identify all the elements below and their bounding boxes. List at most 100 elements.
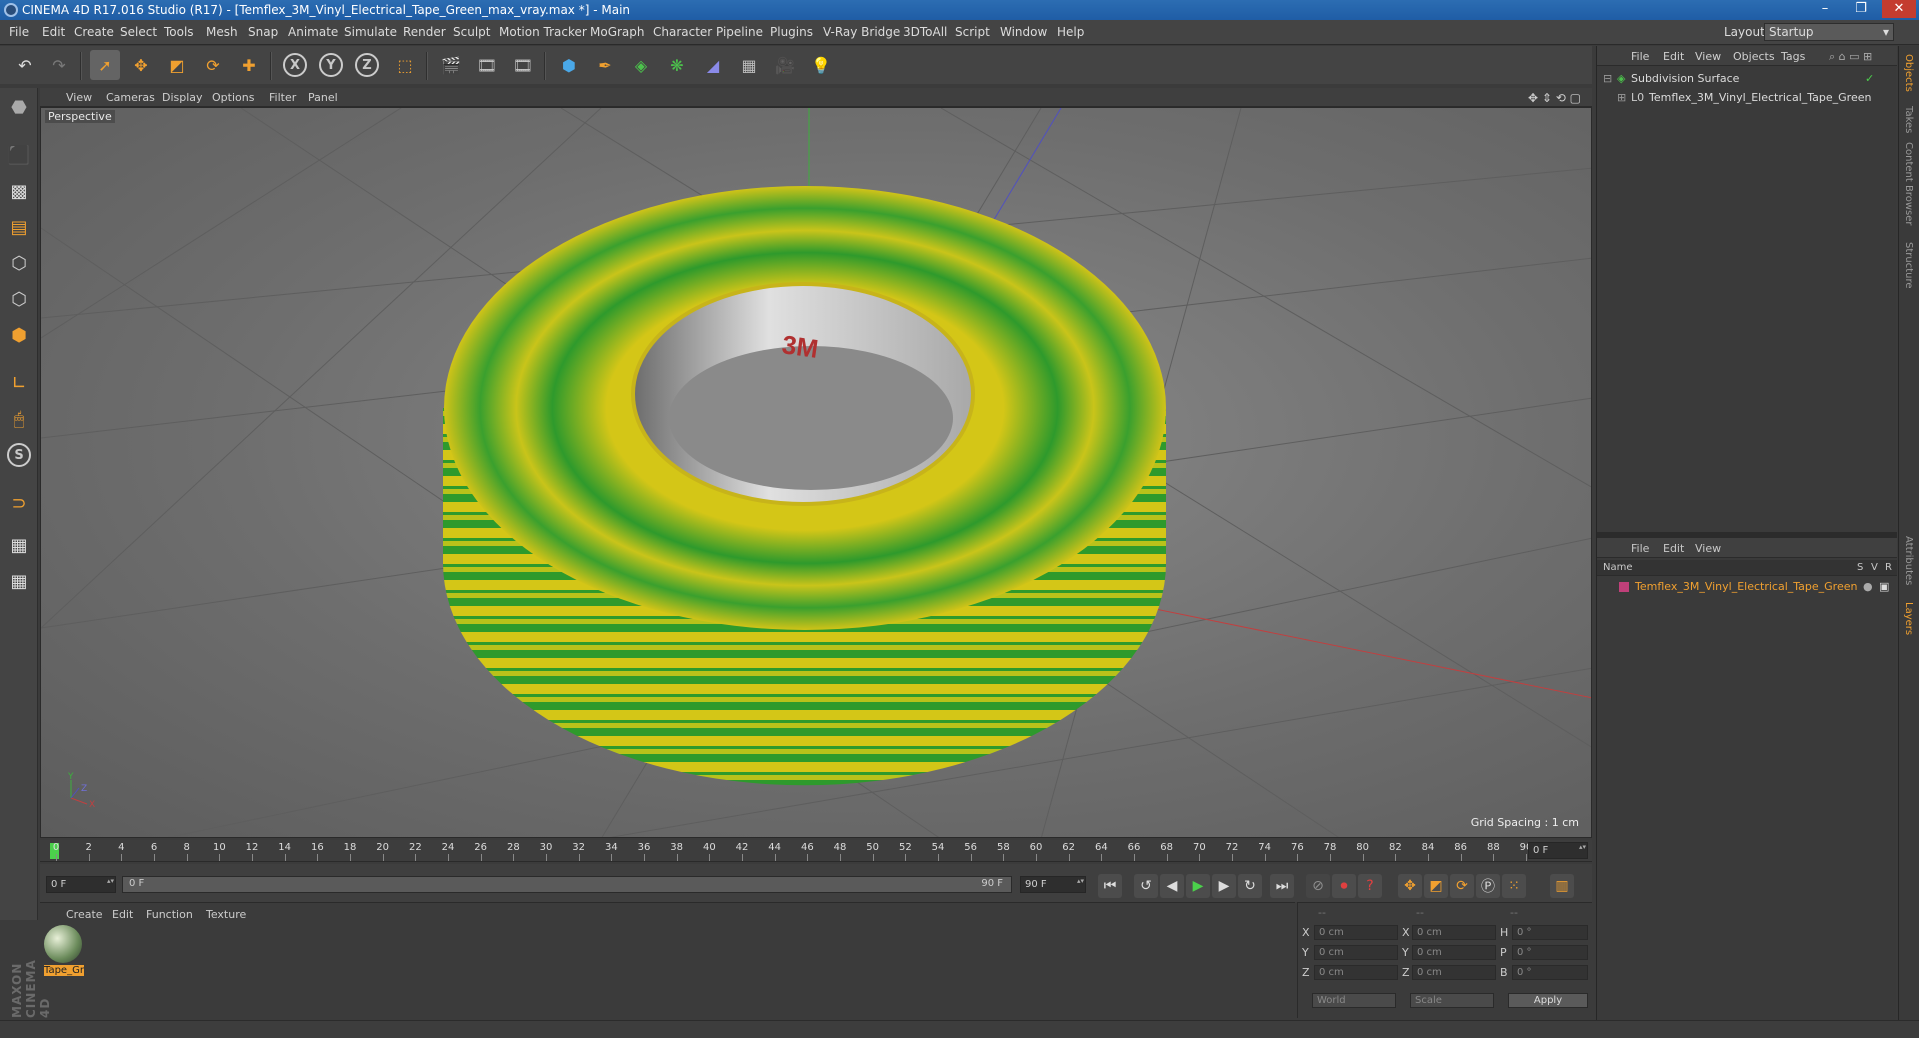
z-axis-lock-button[interactable]: Z xyxy=(352,50,382,80)
recent-tools-button[interactable]: ✚ xyxy=(234,50,264,80)
subdivision-surface-button[interactable]: ◈ xyxy=(626,50,656,80)
obj-menu-file[interactable]: File xyxy=(1631,50,1649,63)
key-scale-button[interactable]: ◩ xyxy=(1424,874,1448,898)
key-position-button[interactable]: ✥ xyxy=(1398,874,1422,898)
key-rotation-button[interactable]: ⟳ xyxy=(1450,874,1474,898)
timeline-window-button[interactable]: ▥ xyxy=(1550,874,1574,898)
menu-simulate[interactable]: Simulate xyxy=(344,25,397,39)
menu-pipeline[interactable]: Pipeline xyxy=(716,25,763,39)
play-button[interactable]: ▶ xyxy=(1186,874,1210,898)
axis-mode-button[interactable]: ∟ xyxy=(4,368,34,398)
keyframe-selection-button[interactable]: ? xyxy=(1358,874,1382,898)
go-to-start-button[interactable]: ⏮ xyxy=(1098,874,1122,898)
minimize-button[interactable]: – xyxy=(1810,0,1840,18)
layer-visibility-icon[interactable]: ▣ xyxy=(1879,578,1889,596)
go-to-end-button[interactable]: ⏭ xyxy=(1270,874,1294,898)
current-frame-field[interactable]: 0 F xyxy=(1528,842,1588,859)
viewport-menu-display[interactable]: Display xyxy=(162,91,203,104)
live-selection-button[interactable]: ➚ xyxy=(90,50,120,80)
workplane-align-button[interactable]: ▦ xyxy=(4,566,34,596)
viewport-menu-filter[interactable]: Filter xyxy=(269,91,296,104)
material-menu-create[interactable]: Create xyxy=(66,908,103,921)
menu-file[interactable]: File xyxy=(9,25,29,39)
spline-pen-button[interactable]: ✒ xyxy=(590,50,620,80)
layout-select[interactable]: Startup xyxy=(1764,23,1894,41)
tab-attributes[interactable]: Attributes xyxy=(1903,536,1914,585)
material-menu-function[interactable]: Function xyxy=(146,908,193,921)
coord-pos-y-field[interactable]: 0 cm xyxy=(1314,945,1398,960)
record-keys-button[interactable]: ⊘ xyxy=(1306,874,1330,898)
next-key-button[interactable]: ↻ xyxy=(1238,874,1262,898)
tape-roll-model[interactable]: 3M xyxy=(443,186,1166,786)
deformer-button[interactable]: ◢ xyxy=(698,50,728,80)
render-settings-button[interactable]: 🎞 xyxy=(508,50,538,80)
light-button[interactable]: 💡 xyxy=(806,50,836,80)
viewport-menu-panel[interactable]: Panel xyxy=(308,91,338,104)
texture-mode-button[interactable]: ▩ xyxy=(4,176,34,206)
menu-3dtoall[interactable]: 3DToAll xyxy=(903,25,947,39)
floor-button[interactable]: ▦ xyxy=(734,50,764,80)
expand-icon[interactable]: ⊞ xyxy=(1617,89,1626,107)
move-button[interactable]: ✥ xyxy=(126,50,156,80)
coord-rot-b-field[interactable]: 0 ° xyxy=(1512,965,1588,980)
x-axis-lock-button[interactable]: X xyxy=(280,50,310,80)
object-row-subdivision[interactable]: ⊟ ◈ Subdivision Surface ✓ xyxy=(1597,70,1897,88)
coord-size-z-field[interactable]: 0 cm xyxy=(1412,965,1496,980)
menu-create[interactable]: Create xyxy=(74,25,114,39)
close-button[interactable]: ✕ xyxy=(1882,0,1916,18)
camera-button[interactable]: 🎥 xyxy=(770,50,800,80)
key-pla-button[interactable]: ⁙ xyxy=(1502,874,1526,898)
undo-button[interactable]: ↶ xyxy=(10,50,40,80)
array-button[interactable]: ❋ xyxy=(662,50,692,80)
layer-menu-file[interactable]: File xyxy=(1631,542,1649,555)
end-frame-field[interactable]: 90 F xyxy=(1020,876,1086,893)
redo-button[interactable]: ↷ xyxy=(44,50,74,80)
obj-search-icon[interactable]: ⌕ ⌂ ▭ ⊞ xyxy=(1829,50,1872,64)
rotate-button[interactable]: ⟳ xyxy=(198,50,228,80)
workplane-mode-button[interactable]: ▤ xyxy=(4,212,34,242)
coordinate-space-select[interactable]: World xyxy=(1312,993,1396,1008)
timeline-ruler[interactable]: 0 2 4 6 8 10 12 14 16 18 20 22 24 26 28 30 32 34 36 38 40 42 4… xyxy=(40,840,1592,862)
menu-plugins[interactable]: Plugins xyxy=(770,25,813,39)
coord-size-y-field[interactable]: 0 cm xyxy=(1412,945,1496,960)
menu-edit[interactable]: Edit xyxy=(42,25,65,39)
tab-takes[interactable]: Takes xyxy=(1903,106,1914,133)
render-picture-viewer-button[interactable]: 🎞 xyxy=(472,50,502,80)
next-frame-button[interactable]: ▶ xyxy=(1212,874,1236,898)
layer-menu-view[interactable]: View xyxy=(1695,542,1721,555)
menu-render[interactable]: Render xyxy=(403,25,446,39)
obj-menu-edit[interactable]: Edit xyxy=(1663,50,1684,63)
obj-menu-tags[interactable]: Tags xyxy=(1781,50,1805,63)
layer-row[interactable]: Temflex_3M_Vinyl_Electrical_Tape_Green ●… xyxy=(1597,578,1897,596)
previous-frame-button[interactable]: ◀ xyxy=(1160,874,1184,898)
tab-layers[interactable]: Layers xyxy=(1903,602,1914,635)
menu-script[interactable]: Script xyxy=(955,25,990,39)
autokey-button[interactable]: ⏺ xyxy=(1332,874,1356,898)
points-mode-button[interactable]: ⬡ xyxy=(4,248,34,278)
menu-window[interactable]: Window xyxy=(1000,25,1047,39)
coord-rot-p-field[interactable]: 0 ° xyxy=(1512,945,1588,960)
material-menu-edit[interactable]: Edit xyxy=(112,908,133,921)
previous-key-button[interactable]: ↺ xyxy=(1134,874,1158,898)
menu-sculpt[interactable]: Sculpt xyxy=(453,25,490,39)
maximize-button[interactable]: ❐ xyxy=(1846,0,1876,18)
menu-select[interactable]: Select xyxy=(120,25,157,39)
y-axis-lock-button[interactable]: Y xyxy=(316,50,346,80)
magnet-button[interactable]: ⊃ xyxy=(4,488,34,518)
menu-character[interactable]: Character xyxy=(653,25,712,39)
tab-objects[interactable]: Objects xyxy=(1903,54,1914,92)
coord-size-x-field[interactable]: 0 cm xyxy=(1412,925,1496,940)
viewport-menu-view[interactable]: View xyxy=(66,91,92,104)
viewport-menu-options[interactable]: Options xyxy=(212,91,254,104)
menu-mesh[interactable]: Mesh xyxy=(206,25,238,39)
menu-snap[interactable]: Snap xyxy=(248,25,278,39)
viewport-navigation-icons[interactable]: ✥ ⇕ ⟲ ▢ xyxy=(1528,91,1581,105)
coord-pos-x-field[interactable]: 0 cm xyxy=(1314,925,1398,940)
cube-object-button[interactable]: ⬢ xyxy=(554,50,584,80)
coord-pos-z-field[interactable]: 0 cm xyxy=(1314,965,1398,980)
render-view-button[interactable]: 🎬 xyxy=(436,50,466,80)
menu-animate[interactable]: Animate xyxy=(288,25,338,39)
obj-menu-view[interactable]: View xyxy=(1695,50,1721,63)
tweak-mode-button[interactable]: 🖱 xyxy=(4,404,34,434)
menu-mograph[interactable]: MoGraph xyxy=(590,25,645,39)
